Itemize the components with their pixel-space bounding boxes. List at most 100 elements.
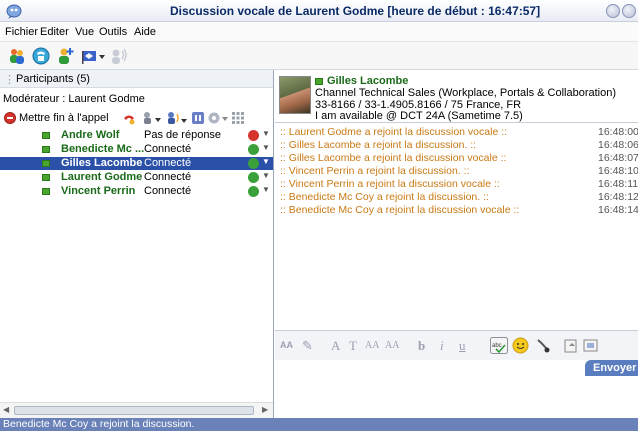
horizontal-scrollbar[interactable]: ◀ ▶ — [0, 402, 273, 418]
message-timestamp: 16:48:06 — [598, 139, 638, 151]
send-button[interactable]: Envoyer — [585, 360, 638, 376]
status-text: Benedicte Mc Coy a rejoint la discussion… — [3, 418, 195, 430]
spellcheck-icon[interactable]: abc — [490, 337, 508, 354]
mic-muted-icon[interactable] — [248, 130, 259, 141]
participant-status: Connecté — [144, 185, 192, 197]
font-icon[interactable]: T — [349, 338, 357, 354]
participants-pane: ⋮ Participants (5) Modérateur : Laurent … — [0, 70, 274, 418]
chevron-down-icon[interactable]: ▼ — [262, 143, 270, 152]
window-title: Discussion vocale de Laurent Godme [heur… — [170, 4, 541, 18]
italic-icon[interactable]: i — [440, 338, 444, 354]
menu-aide[interactable]: Aide — [134, 26, 156, 38]
pencil-icon[interactable]: ✎ — [302, 338, 313, 354]
chevron-down-icon[interactable]: ▼ — [262, 185, 270, 194]
chat-transcript[interactable]: :: Laurent Godme a rejoint la discussion… — [275, 124, 638, 329]
bold-icon[interactable]: b — [418, 338, 425, 354]
mic-active-icon[interactable] — [248, 158, 259, 169]
text-color-icon[interactable]: A — [331, 338, 340, 354]
status-bar: Benedicte Mc Coy a rejoint la discussion… — [0, 418, 638, 431]
contact-role: Channel Technical Sales (Workplace, Port… — [315, 87, 617, 99]
participant-row[interactable]: Laurent Godme Connecté ▼ — [0, 171, 273, 184]
menu-editer[interactable]: Editer — [40, 26, 69, 38]
participant-name: Gilles Lacombe — [61, 157, 143, 169]
conversation-pane: Gilles Lacombe Channel Technical Sales (… — [275, 70, 638, 418]
message-timestamp: 16:48:11 — [598, 178, 638, 190]
participant-name: Benedicte Mc ... — [61, 143, 145, 155]
message-timestamp: 16:48:00 — [598, 126, 638, 138]
voice-speaking-icon[interactable] — [110, 47, 128, 65]
online-status-icon — [42, 174, 50, 181]
send-file-icon[interactable] — [563, 337, 579, 354]
system-message: :: Vincent Perrin a rejoint la discussio… — [280, 165, 470, 177]
message-timestamp: 16:48:12 — [598, 191, 638, 203]
hang-up-icon[interactable] — [122, 111, 136, 125]
screen-capture-icon[interactable] — [583, 337, 599, 354]
volume-dropdown-icon[interactable] — [166, 111, 188, 125]
participant-row[interactable]: Gilles Lacombe Connecté ▼ — [0, 157, 273, 170]
mute-dropdown-icon[interactable] — [142, 111, 162, 125]
grip-icon: ⋮ — [4, 74, 15, 86]
participant-status: Connecté — [144, 143, 192, 155]
participant-status: Pas de réponse — [144, 129, 222, 141]
shrink-font-icon[interactable]: AA — [385, 340, 399, 351]
online-status-icon — [42, 132, 50, 139]
flag-dropdown-icon[interactable] — [80, 47, 106, 65]
keypad-icon[interactable] — [231, 111, 245, 125]
message-timestamp: 16:48:10 — [598, 165, 638, 177]
mic-active-icon[interactable] — [248, 172, 259, 183]
system-message: :: Benedicte Mc Coy a rejoint la discuss… — [280, 191, 489, 203]
menu-bar: Fichier Editer Vue Outils Aide — [0, 22, 638, 42]
system-message: :: Gilles Lacombe a rejoint la discussio… — [280, 139, 477, 151]
title-bar: Discussion vocale de Laurent Godme [heur… — [0, 0, 638, 22]
close-button[interactable] — [622, 4, 636, 18]
people-icon[interactable] — [8, 47, 26, 65]
contact-card: Gilles Lacombe Channel Technical Sales (… — [275, 70, 638, 123]
mic-active-icon[interactable] — [248, 186, 259, 197]
moderator-label: Modérateur : Laurent Godme — [3, 93, 145, 105]
chevron-down-icon[interactable]: ▼ — [262, 129, 270, 138]
system-message: :: Vincent Perrin a rejoint la discussio… — [280, 178, 500, 190]
settings-dropdown-icon[interactable] — [207, 111, 229, 125]
pause-icon[interactable] — [191, 111, 205, 125]
menu-fichier[interactable]: Fichier — [5, 26, 38, 38]
menu-outils[interactable]: Outils — [99, 26, 127, 38]
online-status-icon — [42, 146, 50, 153]
link-icon[interactable] — [535, 337, 551, 354]
minimize-button[interactable] — [606, 4, 620, 18]
message-input[interactable] — [275, 376, 638, 418]
main-toolbar — [0, 42, 638, 70]
menu-vue[interactable]: Vue — [75, 26, 94, 38]
participant-row[interactable]: Benedicte Mc ... Connecté ▼ — [0, 143, 273, 156]
system-message: :: Gilles Lacombe a rejoint la discussio… — [280, 152, 507, 164]
chevron-down-icon[interactable]: ▼ — [262, 157, 270, 166]
participant-row[interactable]: Vincent Perrin Connecté ▼ — [0, 185, 273, 198]
contact-availability: I am available @ DCT 24A (Sametime 7.5) — [315, 110, 523, 122]
end-call-icon[interactable] — [4, 112, 16, 124]
participants-header[interactable]: ⋮ Participants (5) — [0, 70, 273, 88]
grow-font-icon[interactable]: AA — [365, 340, 379, 351]
message-timestamp: 16:48:07 — [598, 152, 638, 164]
send-label: Envoyer — [593, 362, 637, 374]
emoticon-icon[interactable] — [512, 337, 529, 354]
online-status-icon — [315, 78, 323, 85]
participant-status: Connecté — [144, 157, 192, 169]
phone-icon[interactable] — [32, 47, 50, 65]
participant-row[interactable]: Andre Wolf Pas de réponse ▼ — [0, 129, 273, 142]
participant-name: Vincent Perrin — [61, 185, 136, 197]
participant-name: Andre Wolf — [61, 129, 120, 141]
add-person-icon[interactable] — [56, 47, 74, 65]
avatar — [279, 76, 311, 114]
chevron-down-icon[interactable]: ▼ — [262, 171, 270, 180]
system-message: :: Laurent Godme a rejoint la discussion… — [280, 126, 508, 138]
font-size-icon[interactable]: AA — [280, 340, 293, 350]
online-status-icon — [42, 188, 50, 195]
scroll-left-icon[interactable]: ◀ — [3, 405, 9, 414]
scroll-right-icon[interactable]: ▶ — [262, 405, 268, 414]
svg-text:abc: abc — [492, 343, 502, 349]
underline-icon[interactable]: u — [459, 338, 466, 354]
end-call-button[interactable]: Mettre fin à l'appel — [19, 112, 109, 124]
scrollbar-thumb[interactable] — [14, 406, 254, 415]
mic-active-icon[interactable] — [248, 144, 259, 155]
format-toolbar: AA ✎ A T AA AA b i u abc — [275, 330, 638, 360]
participant-name: Laurent Godme — [61, 171, 143, 183]
